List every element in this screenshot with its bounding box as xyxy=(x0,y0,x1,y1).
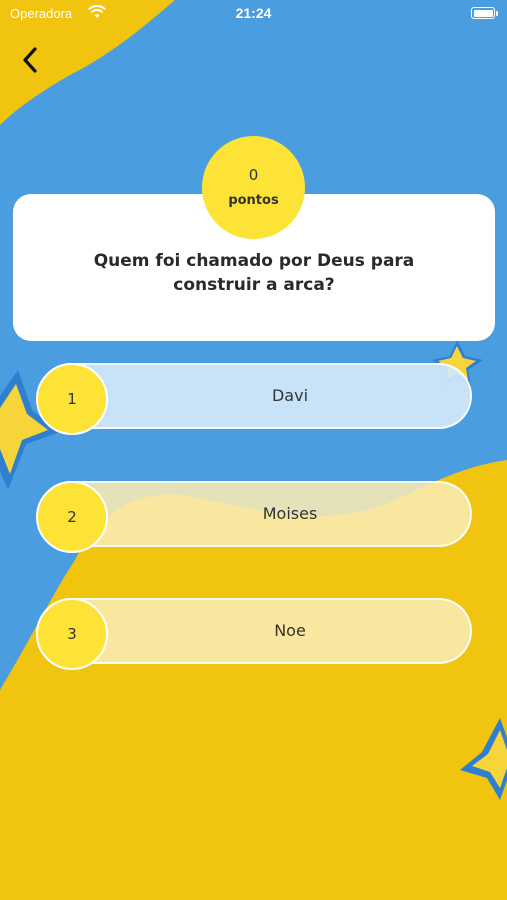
answer-number-badge[interactable]: 2 xyxy=(36,481,108,553)
battery-icon xyxy=(471,7,498,19)
score-value: 0 xyxy=(248,166,259,184)
score-badge: 0 pontos xyxy=(202,136,305,239)
answer-number-badge[interactable]: 1 xyxy=(36,363,108,435)
answer-option-label: Davi xyxy=(271,386,309,405)
answer-option-label: Noe xyxy=(274,621,306,640)
status-time: 21:24 xyxy=(235,5,272,21)
answer-number-badge[interactable]: 3 xyxy=(36,598,108,670)
status-bar: Operadora 21:24 xyxy=(0,0,507,30)
back-button[interactable] xyxy=(10,40,50,80)
answer-option-label: Moises xyxy=(262,504,318,523)
question-text: Quem foi chamado por Deus para construir… xyxy=(93,251,415,295)
background-artwork xyxy=(0,0,507,900)
score-label: pontos xyxy=(228,193,279,208)
chevron-left-icon xyxy=(23,47,37,73)
